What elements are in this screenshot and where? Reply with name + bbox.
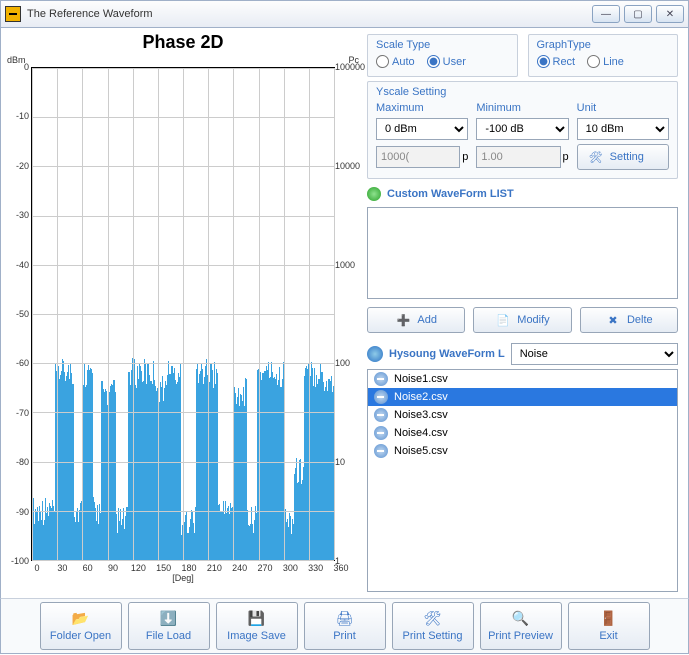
modify-button[interactable]: 📄Modify (473, 307, 571, 333)
chart-plot (31, 67, 335, 561)
file-item[interactable]: Noise5.csv (368, 442, 677, 460)
download-icon: ⬇️ (160, 610, 178, 628)
print-preview-button[interactable]: 🔍Print Preview (480, 602, 562, 650)
file-name: Noise5.csv (394, 445, 448, 457)
add-icon: ➕ (395, 312, 411, 328)
minimize-button[interactable]: — (592, 5, 620, 23)
image-save-button[interactable]: 💾Image Save (216, 602, 298, 650)
delete-icon: ✖ (605, 312, 621, 328)
chart-title: Phase 2D (7, 32, 359, 53)
minimum-select[interactable]: -100 dB (476, 118, 568, 140)
file-item[interactable]: Noise3.csv (368, 406, 677, 424)
hysoung-select[interactable]: Noise (511, 343, 678, 365)
scale-type-group: Scale Type Auto User (367, 34, 518, 77)
yscale-input-2[interactable] (476, 146, 560, 168)
add-button[interactable]: ➕Add (367, 307, 465, 333)
hysoung-label: Hysoung WaveForm L (389, 348, 505, 360)
hysoung-file-list[interactable]: Noise1.csv Noise2.csv Noise3.csv Noise4.csv… (367, 369, 678, 592)
folder-open-button[interactable]: 📂Folder Open (40, 602, 122, 650)
blue-dot-icon (367, 346, 383, 362)
graph-type-group: GraphType Rect Line (528, 34, 679, 77)
waveform-file-icon (374, 390, 388, 404)
folder-icon: 📂 (72, 610, 90, 628)
yscale-setting-button[interactable]: 🛠 Setting (577, 144, 669, 170)
yscale-label: Yscale Setting (376, 86, 669, 98)
document-icon: 📄 (495, 312, 511, 328)
print-button[interactable]: 🖨Print (304, 602, 386, 650)
graph-rect-radio[interactable]: Rect (537, 55, 576, 68)
settings-icon: 🛠 (424, 610, 442, 628)
file-name: Noise4.csv (394, 427, 448, 439)
settings-panel: Scale Type Auto User GraphType Rect Line… (361, 28, 688, 598)
maximize-button[interactable]: ▢ (624, 5, 652, 23)
scale-user-radio[interactable]: User (427, 55, 466, 68)
save-icon: 💾 (248, 610, 266, 628)
scale-auto-radio[interactable]: Auto (376, 55, 415, 68)
exit-button[interactable]: 🚪Exit (568, 602, 650, 650)
maximum-label: Maximum (376, 102, 468, 114)
green-dot-icon (367, 187, 381, 201)
file-name: Noise1.csv (394, 373, 448, 385)
window-title: The Reference Waveform (27, 8, 592, 20)
delete-button[interactable]: ✖Delte (580, 307, 678, 333)
file-name: Noise3.csv (394, 409, 448, 421)
file-name: Noise2.csv (394, 391, 448, 403)
printer-icon: 🖨 (336, 610, 354, 628)
file-load-button[interactable]: ⬇️File Load (128, 602, 210, 650)
maximum-select[interactable]: 0 dBm (376, 118, 468, 140)
close-button[interactable]: ✕ (656, 5, 684, 23)
graph-line-radio[interactable]: Line (587, 55, 624, 68)
waveform-file-icon (374, 408, 388, 422)
file-item[interactable]: Noise2.csv (368, 388, 677, 406)
yscale-input-1[interactable] (376, 146, 460, 168)
unit-select[interactable]: 10 dBm (577, 118, 669, 140)
custom-waveform-header: Custom WaveForm LIST (367, 187, 678, 201)
file-item[interactable]: Noise4.csv (368, 424, 677, 442)
wrench-icon: 🛠 (588, 149, 604, 165)
waveform-file-icon (374, 444, 388, 458)
custom-waveform-list[interactable] (367, 207, 678, 299)
app-icon (5, 6, 21, 22)
file-item[interactable]: Noise1.csv (368, 370, 677, 388)
print-setting-button[interactable]: 🛠Print Setting (392, 602, 474, 650)
graph-type-label: GraphType (537, 39, 670, 51)
waveform-file-icon (374, 426, 388, 440)
waveform-file-icon (374, 372, 388, 386)
yscale-group: Yscale Setting Maximum 0 dBm Minimum -10… (367, 81, 678, 179)
exit-icon: 🚪 (600, 610, 618, 628)
x-axis-label: [Deg] (7, 573, 359, 583)
bottom-toolbar: 📂Folder Open ⬇️File Load 💾Image Save 🖨Pr… (0, 598, 689, 654)
scale-type-label: Scale Type (376, 39, 509, 51)
minimum-label: Minimum (476, 102, 568, 114)
unit-label: Unit (577, 102, 669, 114)
chart-panel: Phase 2D dBm Pc 0-10-20-30-40-50-60-70-8… (1, 28, 361, 598)
titlebar: The Reference Waveform — ▢ ✕ (0, 0, 689, 28)
preview-icon: 🔍 (512, 610, 530, 628)
